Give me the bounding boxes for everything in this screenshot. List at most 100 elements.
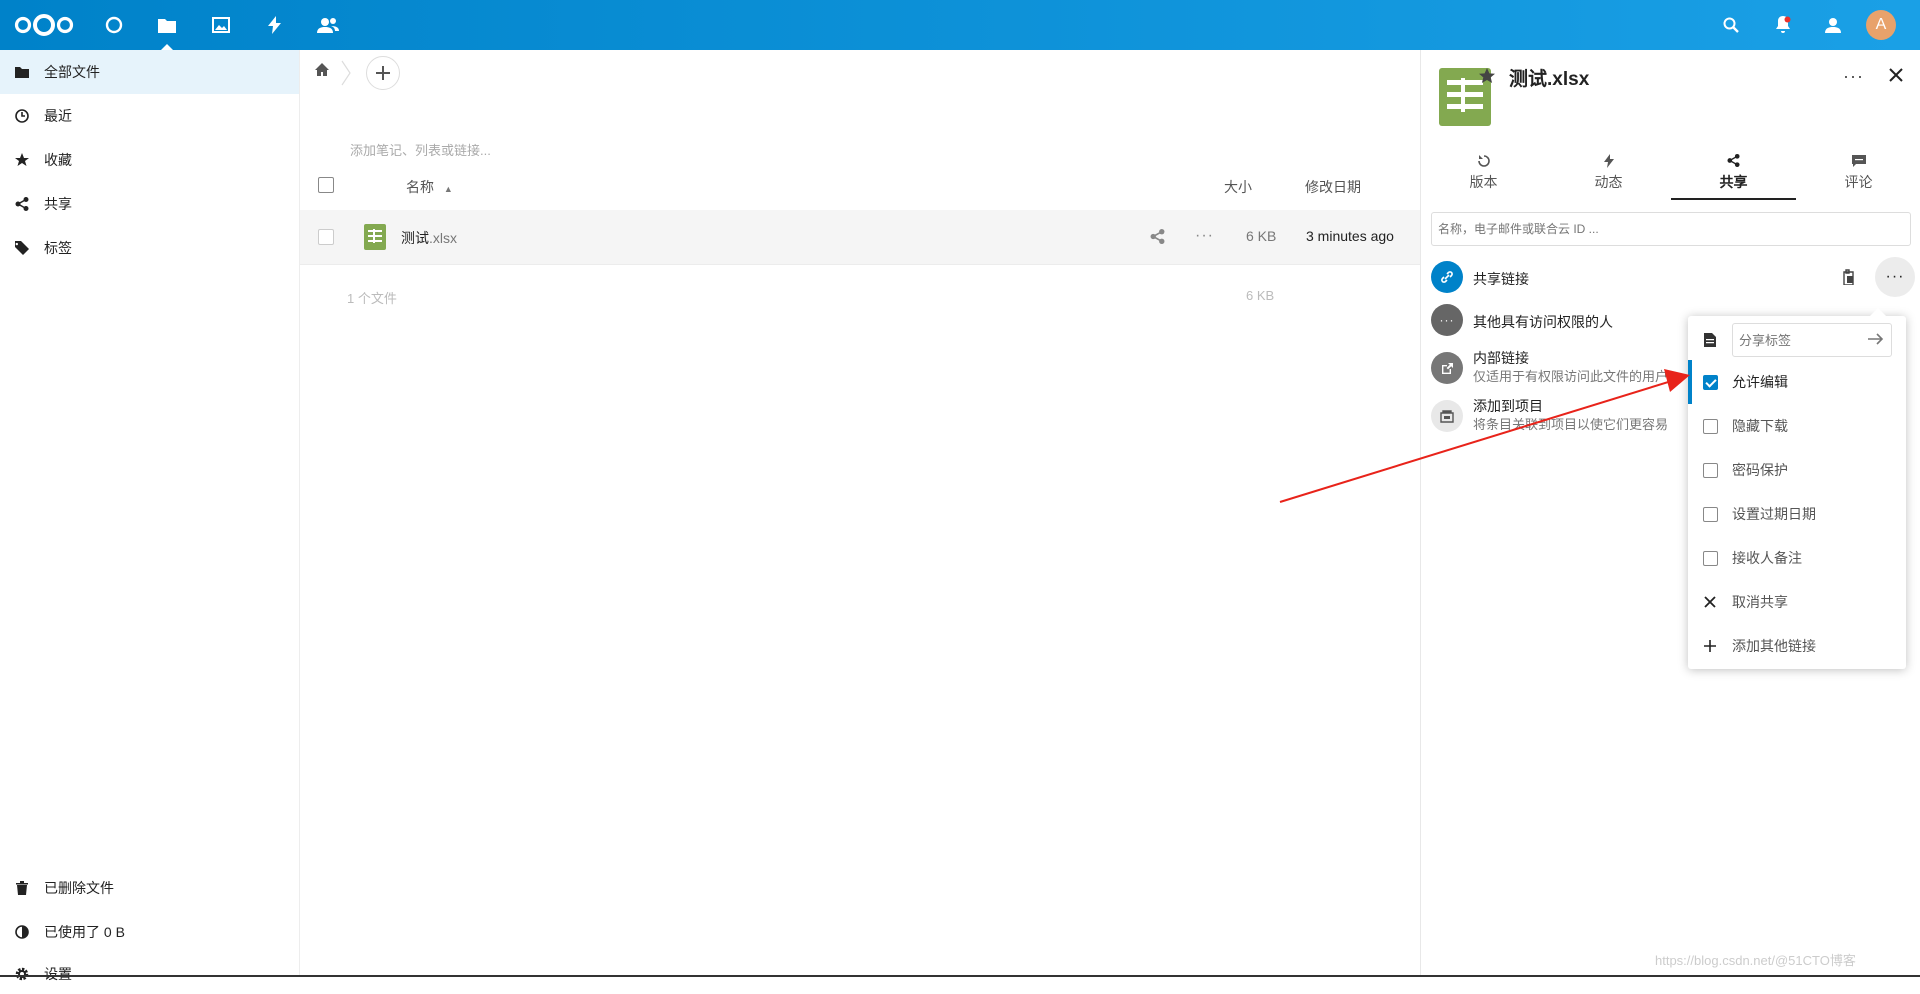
- spreadsheet-icon: [364, 224, 386, 253]
- select-all-checkbox[interactable]: [318, 177, 334, 193]
- top-header: A: [0, 0, 1920, 50]
- label-icon: [1688, 333, 1732, 347]
- expiration-date-checkbox[interactable]: [1702, 506, 1718, 522]
- new-file-button[interactable]: [366, 56, 400, 90]
- home-icon[interactable]: [314, 62, 334, 82]
- nav-item-quota: 已使用了 0 B: [0, 910, 299, 954]
- tag-icon: [14, 240, 30, 256]
- more-actions-icon[interactable]: ···: [1195, 227, 1214, 245]
- comment-icon: [1796, 154, 1920, 170]
- link-icon: [1431, 261, 1463, 293]
- hide-download-checkbox[interactable]: [1702, 418, 1718, 434]
- nav-item-settings[interactable]: 设置: [0, 954, 299, 994]
- internal-link-subtitle: 仅适用于有权限访问此文件的用户: [1473, 369, 1669, 384]
- contacts-menu-icon[interactable]: [1811, 0, 1855, 50]
- lightning-icon: [1546, 154, 1671, 170]
- close-icon: [1688, 596, 1732, 608]
- allow-editing-checkbox[interactable]: [1702, 374, 1718, 390]
- left-navigation: 全部文件 最近 收藏 共享 标签 已删除文件 已使用了 0 B 设置: [0, 50, 300, 982]
- nav-item-tags[interactable]: 标签: [0, 226, 299, 270]
- total-size-summary: 6 KB: [1246, 288, 1275, 303]
- project-icon: [1431, 400, 1463, 432]
- row-checkbox[interactable]: [318, 229, 334, 245]
- file-modified: 3 minutes ago: [1306, 228, 1394, 244]
- nav-item-all-files[interactable]: 全部文件: [0, 50, 299, 94]
- plus-icon: [1688, 640, 1732, 652]
- file-name[interactable]: 测试.xlsx: [401, 228, 457, 248]
- internal-link-title: 内部链接: [1473, 350, 1529, 366]
- folder-icon: [14, 64, 30, 80]
- files-app-icon[interactable]: [145, 0, 189, 50]
- gear-icon: [14, 966, 30, 982]
- file-count-summary: 1 个文件: [347, 291, 397, 306]
- nextcloud-logo[interactable]: [6, 0, 82, 50]
- external-link-icon: [1431, 352, 1463, 384]
- share-icon: [1671, 154, 1796, 170]
- quota-pie-icon: [14, 924, 30, 940]
- tab-comments[interactable]: 评论: [1796, 154, 1920, 200]
- password-protect-checkbox[interactable]: [1702, 462, 1718, 478]
- tab-sharing[interactable]: 共享: [1671, 154, 1796, 200]
- share-icon[interactable]: [1150, 229, 1165, 247]
- spreadsheet-thumbnail-icon: [1439, 64, 1495, 129]
- nav-label: 标签: [44, 240, 72, 256]
- trash-icon: [14, 880, 30, 896]
- nav-item-recent[interactable]: 最近: [0, 94, 299, 138]
- file-size: 6 KB: [1246, 228, 1277, 244]
- menu-item-password-protect[interactable]: 密码保护: [1688, 448, 1906, 492]
- column-header-size[interactable]: 大小: [1224, 177, 1252, 197]
- menu-item-add-another-link[interactable]: 添加其他链接: [1688, 624, 1906, 668]
- menu-item-unshare[interactable]: 取消共享: [1688, 580, 1906, 624]
- nav-label: 共享: [44, 196, 72, 212]
- nav-item-deleted-files[interactable]: 已删除文件: [0, 866, 299, 910]
- nav-label: 设置: [44, 966, 72, 982]
- copy-clipboard-icon[interactable]: [1843, 269, 1857, 288]
- notifications-icon[interactable]: [1761, 0, 1805, 50]
- dashboard-icon[interactable]: [92, 0, 136, 50]
- note-to-recipient-checkbox[interactable]: [1702, 550, 1718, 566]
- tab-activity[interactable]: 动态: [1546, 154, 1671, 200]
- close-icon[interactable]: [1889, 68, 1903, 85]
- clock-icon: [14, 108, 30, 124]
- column-header-name[interactable]: 名称 ▲: [406, 177, 453, 197]
- add-to-project-subtitle: 将条目关联到项目以使它们更容易: [1473, 417, 1669, 432]
- nav-item-favorites[interactable]: 收藏: [0, 138, 299, 182]
- nav-label: 最近: [44, 108, 72, 124]
- sidebar-file-title: 测试.xlsx: [1509, 69, 1590, 90]
- nav-label: 已使用了 0 B: [44, 924, 125, 940]
- rich-workspace-placeholder[interactable]: 添加笔记、列表或链接...: [350, 140, 491, 159]
- contacts-app-icon[interactable]: [306, 0, 350, 50]
- plus-icon: [376, 66, 390, 80]
- share-link-title: 共享链接: [1473, 271, 1529, 287]
- nav-label: 已删除文件: [44, 880, 114, 896]
- nav-label: 全部文件: [44, 64, 100, 80]
- watermark: https://blog.csdn.net/@51CTO博客: [1655, 953, 1856, 968]
- menu-item-allow-editing[interactable]: 允许编辑: [1688, 360, 1906, 404]
- photos-app-icon[interactable]: [199, 0, 243, 50]
- share-label-row: [1688, 316, 1906, 364]
- nav-label: 收藏: [44, 152, 72, 168]
- share-icon: [14, 196, 30, 212]
- nav-item-shares[interactable]: 共享: [0, 182, 299, 226]
- share-link-menu-button[interactable]: ···: [1875, 257, 1915, 297]
- more-icon: ···: [1431, 304, 1463, 336]
- share-others-title[interactable]: 其他具有访问权限的人: [1473, 312, 1613, 332]
- sidebar-more-icon[interactable]: ···: [1843, 66, 1864, 87]
- column-header-modified[interactable]: 修改日期: [1305, 177, 1361, 197]
- share-search-input[interactable]: [1431, 212, 1911, 246]
- sort-ascending-icon: ▲: [443, 184, 453, 194]
- share-link-row: 共享链接 ···: [1431, 257, 1915, 297]
- menu-item-note-to-recipient[interactable]: 接收人备注: [1688, 536, 1906, 580]
- history-icon: [1421, 154, 1546, 170]
- arrow-right-icon[interactable]: [1868, 332, 1884, 349]
- breadcrumb-separator: [340, 60, 352, 86]
- activity-app-icon[interactable]: [253, 0, 297, 50]
- file-list-area: 添加笔记、列表或链接... 名称 ▲ 大小 修改日期 测试.xlsx ··· 6…: [300, 50, 1420, 977]
- menu-item-hide-download[interactable]: 隐藏下载: [1688, 404, 1906, 448]
- menu-item-expiration-date[interactable]: 设置过期日期: [1688, 492, 1906, 536]
- star-icon: [14, 152, 30, 168]
- user-avatar[interactable]: A: [1866, 10, 1896, 40]
- tab-versions[interactable]: 版本: [1421, 154, 1546, 200]
- add-to-project-title: 添加到项目: [1473, 398, 1543, 414]
- search-icon[interactable]: [1709, 0, 1753, 50]
